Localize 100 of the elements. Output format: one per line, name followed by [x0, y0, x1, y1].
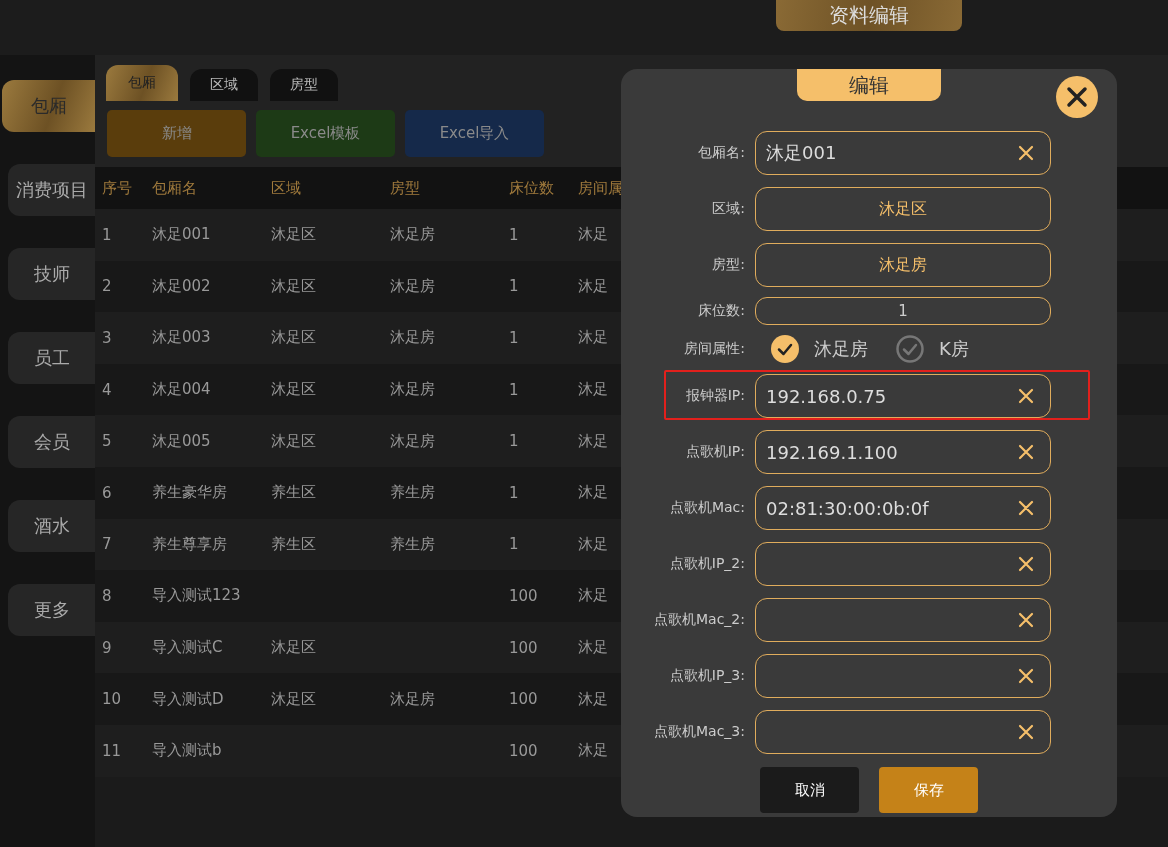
- sidebar-item[interactable]: 员工: [8, 332, 95, 384]
- table-cell: 沐足: [578, 328, 608, 348]
- tab[interactable]: 区域: [190, 69, 258, 101]
- field-label: 点歌机IP_3:: [668, 667, 746, 685]
- clear-icon[interactable]: [1018, 145, 1034, 161]
- clear-icon[interactable]: [1018, 444, 1034, 460]
- clear-icon[interactable]: [1018, 388, 1034, 404]
- checkbox-icon[interactable]: [896, 334, 924, 363]
- table-cell: 沐足: [578, 689, 608, 709]
- table-cell-text: 沐足房: [390, 276, 436, 296]
- tab[interactable]: 房型: [270, 69, 338, 101]
- table-cell-text: 沐足房: [390, 689, 436, 709]
- table-cell-text: 6: [102, 483, 113, 502]
- table-cell-text: 沐足003: [152, 328, 212, 348]
- table-cell-text: 1: [509, 380, 520, 399]
- table-cell-text: 养生房: [390, 534, 436, 554]
- table-cell-text: 1: [509, 225, 520, 244]
- table-cell-text: 沐足005: [152, 431, 212, 451]
- table-cell-text: 养生房: [390, 483, 436, 503]
- field-label: 点歌机Mac_2:: [653, 611, 746, 629]
- table-cell-text: 100: [509, 638, 539, 657]
- field-label: 房型:: [711, 256, 746, 274]
- input-field[interactable]: [755, 598, 1051, 642]
- input-field[interactable]: 192.169.1.100: [755, 430, 1051, 474]
- column-header: 床位数: [509, 178, 555, 198]
- clear-icon[interactable]: [1018, 724, 1034, 740]
- table-cell-text: 100: [509, 690, 539, 709]
- input-field[interactable]: [755, 542, 1051, 586]
- sidebar-item[interactable]: 酒水: [8, 500, 95, 552]
- column-header: 序号: [102, 178, 133, 198]
- table-cell-text: 2: [102, 277, 113, 296]
- input-field[interactable]: 02:81:30:00:0b:0f: [755, 486, 1051, 530]
- sidebar-item[interactable]: 会员: [8, 416, 95, 468]
- clear-icon[interactable]: [1018, 556, 1034, 572]
- table-cell-text: 100: [509, 586, 539, 605]
- field-label: 报钟器IP:: [684, 387, 746, 405]
- clear-icon[interactable]: [1018, 612, 1034, 628]
- table-cell-text: 1: [102, 225, 113, 244]
- action-button[interactable]: Excel模板: [256, 110, 395, 157]
- clear-icon[interactable]: [1018, 500, 1034, 516]
- input-field[interactable]: 192.168.0.75: [755, 374, 1051, 418]
- dialog-title: 编辑: [797, 69, 941, 101]
- field-label: 点歌机IP:: [684, 443, 746, 461]
- table-cell: 沐足: [578, 741, 608, 761]
- table-cell-text: 沐足区: [271, 328, 317, 348]
- column-header: 房型: [390, 178, 421, 198]
- checkbox-label: 沐足房: [814, 336, 868, 361]
- sidebar-item[interactable]: 消费项目: [8, 164, 95, 216]
- table-cell-text: 导入测试b: [152, 741, 223, 761]
- action-button[interactable]: Excel导入: [405, 110, 544, 157]
- table-cell: 沐足: [578, 276, 608, 296]
- table-cell-text: 9: [102, 638, 113, 657]
- table-cell-text: 沐足房: [390, 380, 436, 400]
- table-cell-text: 沐足区: [271, 225, 317, 245]
- table-cell-text: 5: [102, 432, 113, 451]
- table-cell-text: 沐足区: [271, 431, 317, 451]
- table-cell-text: 1: [509, 277, 520, 296]
- clear-icon[interactable]: [1018, 668, 1034, 684]
- input-field[interactable]: [755, 654, 1051, 698]
- table-cell-text: 沐足房: [390, 328, 436, 348]
- table-cell-text: 沐足004: [152, 380, 212, 400]
- table-cell-text: 养生豪华房: [152, 483, 228, 503]
- table-cell: 沐足: [578, 431, 608, 451]
- field-label: 包厢名:: [697, 144, 746, 162]
- field-label: 点歌机Mac_3:: [653, 723, 746, 741]
- table-cell-text: 沐足001: [152, 225, 212, 245]
- field-label: 点歌机IP_2:: [668, 555, 746, 573]
- checkbox-label: K房: [939, 336, 969, 361]
- table-cell-text: 沐足房: [390, 225, 436, 245]
- table-cell-text: 养生区: [271, 534, 317, 554]
- table-cell: 沐足: [578, 586, 608, 606]
- table-cell: 沐足: [578, 483, 608, 503]
- table-cell-text: 养生尊享房: [152, 534, 228, 554]
- close-icon[interactable]: [1056, 76, 1098, 118]
- table-cell-text: 10: [102, 690, 123, 709]
- column-header: 区域: [271, 178, 302, 198]
- input-field[interactable]: 沐足001: [755, 131, 1051, 175]
- table-cell-text: 4: [102, 380, 113, 399]
- table-cell-text: 养生区: [271, 483, 317, 503]
- table-cell-text: 沐足区: [271, 276, 317, 296]
- column-header: 包厢名: [152, 178, 198, 198]
- field-label: 房间属性:: [683, 339, 746, 358]
- table-cell: 沐足: [578, 225, 608, 245]
- select-field[interactable]: 沐足房: [755, 243, 1051, 287]
- table-cell-text: 沐足房: [390, 431, 436, 451]
- checkbox-icon[interactable]: [771, 334, 799, 363]
- number-field[interactable]: 1: [755, 297, 1051, 325]
- sidebar-item[interactable]: 更多: [8, 584, 95, 636]
- table-cell-text: 1: [509, 432, 520, 451]
- input-field[interactable]: [755, 710, 1051, 754]
- table-cell-text: 7: [102, 535, 113, 554]
- select-field[interactable]: 沐足区: [755, 187, 1051, 231]
- table-cell-text: 导入测试123: [152, 586, 242, 606]
- field-label: 点歌机Mac:: [668, 499, 746, 517]
- cancel-button[interactable]: 取消: [760, 767, 859, 813]
- table-cell-text: 100: [509, 741, 539, 760]
- sidebar-item[interactable]: 技师: [8, 248, 95, 300]
- table-cell-text: 11: [102, 741, 123, 760]
- table-cell-text: 1: [509, 329, 520, 347]
- table-cell-text: 1: [509, 535, 520, 554]
